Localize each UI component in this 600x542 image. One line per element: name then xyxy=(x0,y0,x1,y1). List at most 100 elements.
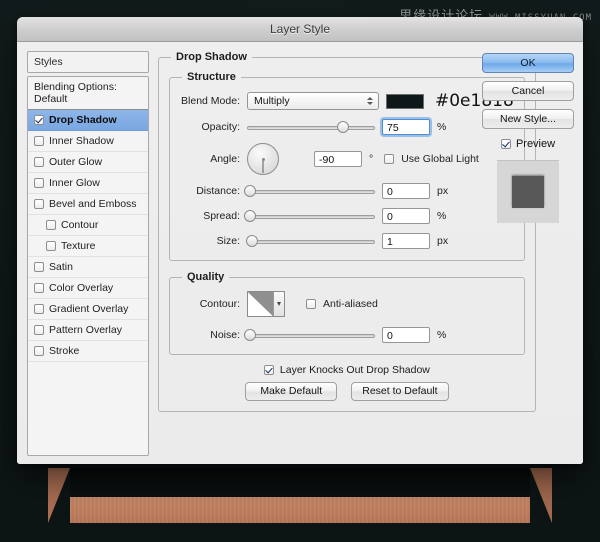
anti-aliased-label: Anti-aliased xyxy=(323,298,378,310)
make-default-button[interactable]: Make Default xyxy=(245,382,337,401)
chevron-updown-icon xyxy=(367,97,373,105)
structure-group-label: Structure xyxy=(182,71,241,83)
spread-row: Spread: 0 % xyxy=(180,207,514,225)
drop-shadow-footer: Layer Knocks Out Drop Shadow Make Defaul… xyxy=(169,364,525,401)
sidebar-item-label: Pattern Overlay xyxy=(49,324,122,336)
ok-button[interactable]: OK xyxy=(482,53,574,73)
gradient-overlay-checkbox[interactable] xyxy=(34,304,44,314)
drop-shadow-group: Drop Shadow Structure Blend Mode: Multip… xyxy=(158,51,536,412)
opacity-slider[interactable] xyxy=(247,120,375,134)
drop-shadow-settings: Drop Shadow Structure Blend Mode: Multip… xyxy=(158,51,473,456)
sidebar-item-stroke[interactable]: Stroke xyxy=(28,341,148,362)
pattern-overlay-checkbox[interactable] xyxy=(34,325,44,335)
layer-style-dialog: Layer Style Styles Blending Options: Def… xyxy=(17,17,583,464)
inner-shadow-checkbox[interactable] xyxy=(34,136,44,146)
sidebar-item-label: Drop Shadow xyxy=(49,114,117,126)
size-slider-track xyxy=(247,240,375,244)
styles-header[interactable]: Styles xyxy=(27,51,149,73)
opacity-input[interactable]: 75 xyxy=(382,119,430,135)
spread-slider[interactable] xyxy=(247,209,375,223)
blend-mode-row: Blend Mode: Multiply #0e1818 xyxy=(180,91,514,111)
sidebar-item-label: Satin xyxy=(49,261,73,273)
noise-slider[interactable] xyxy=(247,328,375,342)
drop-shadow-group-label: Drop Shadow xyxy=(171,51,252,63)
sidebar-item-label: Outer Glow xyxy=(49,156,102,168)
use-global-light-checkbox[interactable] xyxy=(384,154,394,164)
preview-shape xyxy=(512,176,544,208)
inner-glow-checkbox[interactable] xyxy=(34,178,44,188)
distance-slider[interactable] xyxy=(247,184,375,198)
angle-dial[interactable] xyxy=(247,143,279,175)
layer-knocks-out-checkbox[interactable] xyxy=(264,365,274,375)
spread-input[interactable]: 0 xyxy=(382,208,430,224)
sidebar-item-color-overlay[interactable]: Color Overlay xyxy=(28,278,148,299)
spread-slider-track xyxy=(247,215,375,219)
satin-checkbox[interactable] xyxy=(34,262,44,272)
sidebar-item-drop-shadow[interactable]: Drop Shadow xyxy=(28,110,148,131)
angle-unit: ° xyxy=(369,153,373,165)
new-style-button[interactable]: New Style... xyxy=(482,109,574,129)
sidebar-item-label: Inner Shadow xyxy=(49,135,114,147)
shadow-color-swatch[interactable] xyxy=(386,94,424,109)
sidebar-item-blending-options[interactable]: Blending Options: Default xyxy=(28,77,148,110)
contour-checkbox[interactable] xyxy=(46,220,56,230)
opacity-slider-track xyxy=(247,126,375,130)
blend-mode-select[interactable]: Multiply xyxy=(247,92,379,110)
contour-row: Contour: Anti-aliased xyxy=(180,291,514,317)
angle-dial-wrap xyxy=(247,143,307,175)
sidebar-item-pattern-overlay[interactable]: Pattern Overlay xyxy=(28,320,148,341)
layer-knocks-out-row[interactable]: Layer Knocks Out Drop Shadow xyxy=(264,364,430,376)
styles-panel: Styles Blending Options: Default Drop Sh… xyxy=(27,51,149,456)
size-slider-thumb[interactable] xyxy=(246,235,258,247)
shelf-base xyxy=(70,497,530,523)
noise-unit: % xyxy=(437,329,446,341)
sidebar-item-gradient-overlay[interactable]: Gradient Overlay xyxy=(28,299,148,320)
color-overlay-checkbox[interactable] xyxy=(34,283,44,293)
angle-dial-hub xyxy=(262,158,265,161)
sidebar-item-contour[interactable]: Contour xyxy=(28,215,148,236)
contour-dropdown-button[interactable] xyxy=(273,292,284,316)
cancel-button[interactable]: Cancel xyxy=(482,81,574,101)
quality-group-label: Quality xyxy=(182,271,229,283)
preview-label: Preview xyxy=(516,138,555,150)
shelf-wood-grain xyxy=(70,497,530,523)
sidebar-item-label: Inner Glow xyxy=(49,177,100,189)
size-slider[interactable] xyxy=(247,234,375,248)
distance-row: Distance: 0 px xyxy=(180,182,514,200)
opacity-slider-thumb[interactable] xyxy=(337,121,349,133)
preview-row[interactable]: Preview xyxy=(482,138,574,150)
distance-input[interactable]: 0 xyxy=(382,183,430,199)
spread-unit: % xyxy=(437,210,446,222)
angle-input[interactable]: -90 xyxy=(314,151,362,167)
sidebar-item-label: Contour xyxy=(61,219,98,231)
texture-checkbox[interactable] xyxy=(46,241,56,251)
outer-glow-checkbox[interactable] xyxy=(34,157,44,167)
angle-label: Angle: xyxy=(180,153,240,165)
sidebar-item-bevel-and-emboss[interactable]: Bevel and Emboss xyxy=(28,194,148,215)
actions-panel: OK Cancel New Style... Preview xyxy=(482,51,574,456)
contour-label: Contour: xyxy=(180,298,240,310)
size-input[interactable]: 1 xyxy=(382,233,430,249)
distance-slider-thumb[interactable] xyxy=(244,185,256,197)
drop-shadow-checkbox[interactable] xyxy=(34,115,44,125)
opacity-row: Opacity: 75 % xyxy=(180,118,514,136)
sidebar-item-satin[interactable]: Satin xyxy=(28,257,148,278)
shelf-recess-shadow xyxy=(70,468,530,498)
reset-to-default-button[interactable]: Reset to Default xyxy=(351,382,448,401)
sidebar-item-texture[interactable]: Texture xyxy=(28,236,148,257)
contour-preset-picker[interactable] xyxy=(247,291,285,317)
stroke-checkbox[interactable] xyxy=(34,346,44,356)
bevel-and-emboss-checkbox[interactable] xyxy=(34,199,44,209)
sidebar-item-outer-glow[interactable]: Outer Glow xyxy=(28,152,148,173)
noise-slider-thumb[interactable] xyxy=(244,329,256,341)
preview-checkbox[interactable] xyxy=(501,139,511,149)
noise-input[interactable]: 0 xyxy=(382,327,430,343)
spread-slider-thumb[interactable] xyxy=(244,210,256,222)
sidebar-item-inner-glow[interactable]: Inner Glow xyxy=(28,173,148,194)
angle-row: Angle: -90 ° Use Global Light xyxy=(180,143,514,175)
sidebar-item-inner-shadow[interactable]: Inner Shadow xyxy=(28,131,148,152)
blend-mode-value: Multiply xyxy=(254,95,290,107)
size-label: Size: xyxy=(180,235,240,247)
anti-aliased-checkbox[interactable] xyxy=(306,299,316,309)
dialog-titlebar[interactable]: Layer Style xyxy=(17,17,583,42)
